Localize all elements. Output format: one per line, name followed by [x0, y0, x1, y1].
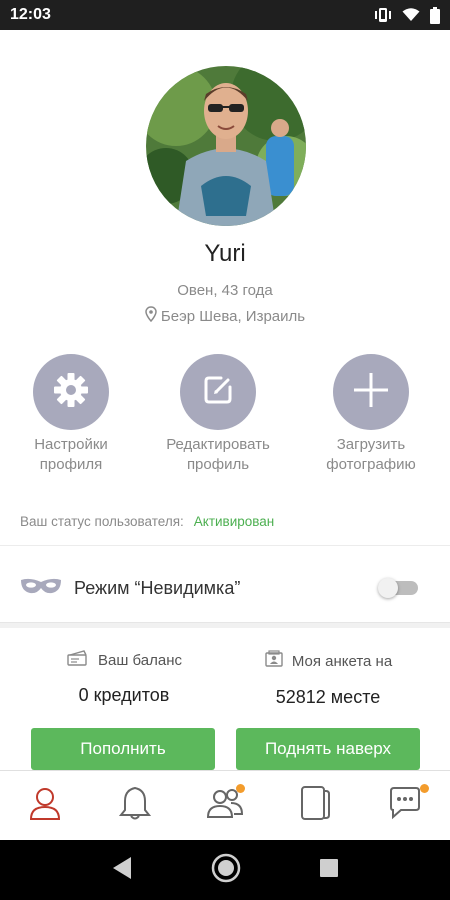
vibrate-icon — [374, 7, 392, 23]
location-text: Беэр Шева, Израиль — [160, 307, 306, 325]
mask-icon — [20, 577, 62, 600]
home-icon[interactable] — [211, 853, 241, 888]
people-icon — [206, 787, 244, 824]
nav-people[interactable] — [180, 771, 270, 840]
user-status: Ваш статус пользователя: Активирован — [20, 514, 274, 529]
plus-icon — [351, 370, 391, 415]
profile-card-icon — [264, 650, 284, 672]
divider — [0, 545, 450, 546]
user-status-label: Ваш статус пользователя: — [20, 514, 184, 529]
chat-badge — [420, 784, 429, 793]
balance-value: 0 кредитов — [78, 685, 170, 705]
profile-location: Беэр Шева, Израиль — [0, 306, 450, 326]
boost-profile-button[interactable]: Поднять наверх — [236, 728, 420, 770]
status-time: 12:03 — [10, 6, 51, 23]
action-circle — [180, 354, 256, 430]
balance-block: Ваш баланс 0 кредитов — [24, 650, 224, 706]
cards-icon — [298, 785, 332, 826]
profile-icon — [29, 786, 61, 825]
section-divider — [0, 622, 450, 628]
rank-block: Моя анкета на 52812 месте — [228, 650, 428, 708]
top-up-button[interactable]: Пополнить — [31, 728, 215, 770]
invisible-mode-row: Режим “Невидимка” — [20, 570, 430, 606]
bell-icon — [118, 785, 152, 826]
status-bar: 12:03 — [0, 0, 450, 30]
avatar[interactable] — [146, 66, 306, 226]
balance-header: Ваш баланс — [66, 650, 182, 670]
toggle-knob — [378, 578, 398, 598]
status-icons — [374, 6, 440, 24]
edit-profile-button[interactable]: Редактировать профиль — [143, 354, 293, 475]
profile-name: Yuri — [204, 240, 246, 267]
profile-subtitle: Овен, 43 года — [177, 282, 273, 299]
rank-label: Моя анкета на — [291, 652, 393, 670]
chat-icon — [387, 785, 423, 826]
wifi-icon — [402, 8, 420, 22]
nav-cards[interactable] — [270, 771, 360, 840]
action-label: Редактировать профиль — [166, 436, 270, 473]
balance-label: Ваш баланс — [97, 651, 183, 669]
upload-photo-button[interactable]: Загрузить фотографию — [296, 354, 446, 475]
action-label: Настройки профиля — [34, 436, 108, 473]
action-label: Загрузить фотографию — [326, 436, 416, 473]
recents-icon[interactable] — [319, 858, 339, 883]
wallet-icon — [66, 650, 90, 670]
back-icon[interactable] — [111, 856, 133, 885]
bottom-nav — [0, 770, 450, 840]
battery-icon — [430, 6, 440, 24]
action-circle — [33, 354, 109, 430]
nav-profile[interactable] — [0, 771, 90, 840]
edit-icon — [201, 373, 235, 412]
user-status-value: Активирован — [193, 514, 275, 529]
rank-header: Моя анкета на — [264, 650, 392, 672]
location-pin-icon — [145, 306, 157, 326]
system-nav-bar — [0, 840, 450, 900]
profile-settings-button[interactable]: Настройки профиля — [0, 354, 146, 475]
gear-icon — [53, 372, 89, 413]
nav-notifications[interactable] — [90, 771, 245, 840]
invisible-mode-toggle[interactable] — [378, 578, 418, 598]
nav-chat[interactable] — [360, 771, 450, 840]
invisible-mode-label: Режим “Невидимка” — [74, 577, 241, 598]
rank-value: 52812 месте — [275, 687, 381, 707]
action-circle — [333, 354, 409, 430]
